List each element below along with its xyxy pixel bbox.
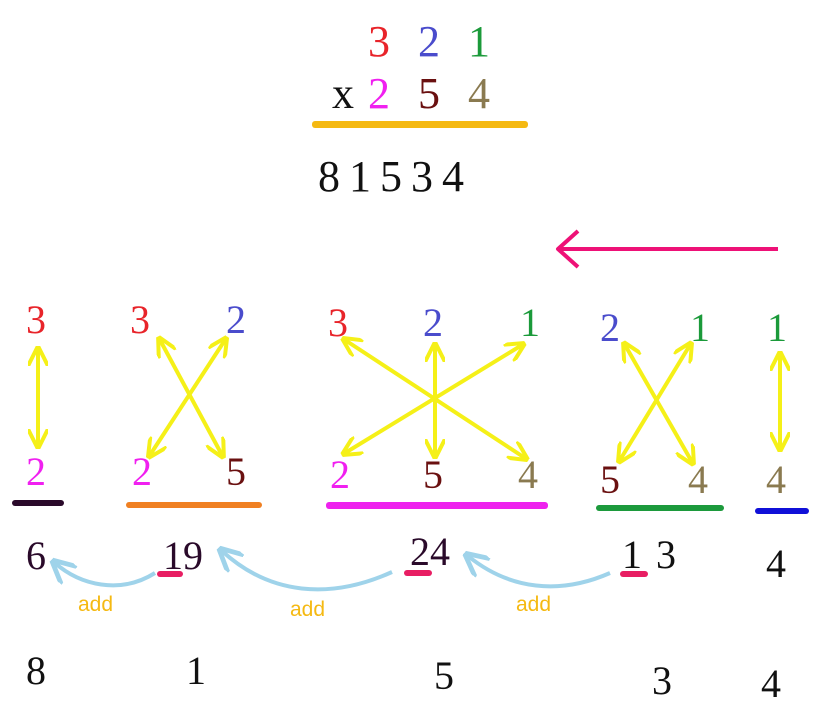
cross-arrow-step4-a (625, 345, 692, 462)
step5-top-digit: 1 (767, 305, 787, 350)
add-label-2: add (290, 598, 326, 621)
carry-arrow-1 (55, 563, 157, 588)
step3-top-digit-c: 1 (520, 300, 540, 345)
step2-top-digit-b: 2 (226, 297, 246, 342)
step4-underline (596, 505, 724, 511)
carry-arrow-2 (222, 551, 393, 592)
arrows-layer (0, 229, 823, 592)
step2-bottom-digit-b: 5 (226, 449, 246, 494)
step1-bottom-digit: 2 (26, 449, 46, 494)
carry-mark-step3 (404, 570, 432, 576)
step2-final: 1 (186, 648, 206, 693)
direction-arrow (556, 229, 778, 269)
step4-bottom-digit-b: 4 (688, 457, 708, 502)
step3-final: 5 (434, 653, 454, 698)
step3-top-digit-a: 3 (328, 300, 348, 345)
step1-underline (12, 500, 64, 506)
step4-top-digit-b: 1 (690, 305, 710, 350)
step1-partial: 6 (26, 533, 46, 578)
step3-partial: 24 (410, 529, 450, 574)
step3-bottom-digit-b: 5 (423, 452, 443, 497)
step1-final: 8 (26, 648, 46, 693)
add-label-3: add (516, 593, 552, 616)
step2-top-digit-a: 3 (130, 297, 150, 342)
step2-partial: 19 (163, 533, 203, 578)
carry-mark-step4 (620, 571, 648, 577)
step5-partial: 4 (766, 541, 786, 586)
vertical-crosswise-multiplication-diagram: 3 2 1 x 2 5 4 8 1 5 3 4 3 2 6 8 3 2 2 5 … (0, 0, 823, 720)
step3-bottom-digit-c: 4 (518, 452, 538, 497)
step1-top-digit: 3 (26, 297, 46, 342)
carry-mark-step2 (157, 571, 183, 577)
step4-partial: 1 3 (622, 532, 676, 577)
step3-underline (326, 502, 548, 509)
step4-final: 3 (652, 658, 672, 703)
step2-underline (126, 502, 262, 508)
step2-bottom-digit-a: 2 (132, 449, 152, 494)
step4-top-digit-a: 2 (600, 305, 620, 350)
step3-top-digit-b: 2 (423, 300, 443, 345)
step5-underline (755, 508, 809, 514)
step4-bottom-digit-a: 5 (600, 457, 620, 502)
add-label-1: add (78, 593, 114, 616)
step5-final: 4 (761, 661, 781, 706)
carry-arrow-3 (468, 556, 611, 589)
step3-bottom-digit-a: 2 (330, 452, 350, 497)
step5-bottom-digit: 4 (766, 457, 786, 502)
